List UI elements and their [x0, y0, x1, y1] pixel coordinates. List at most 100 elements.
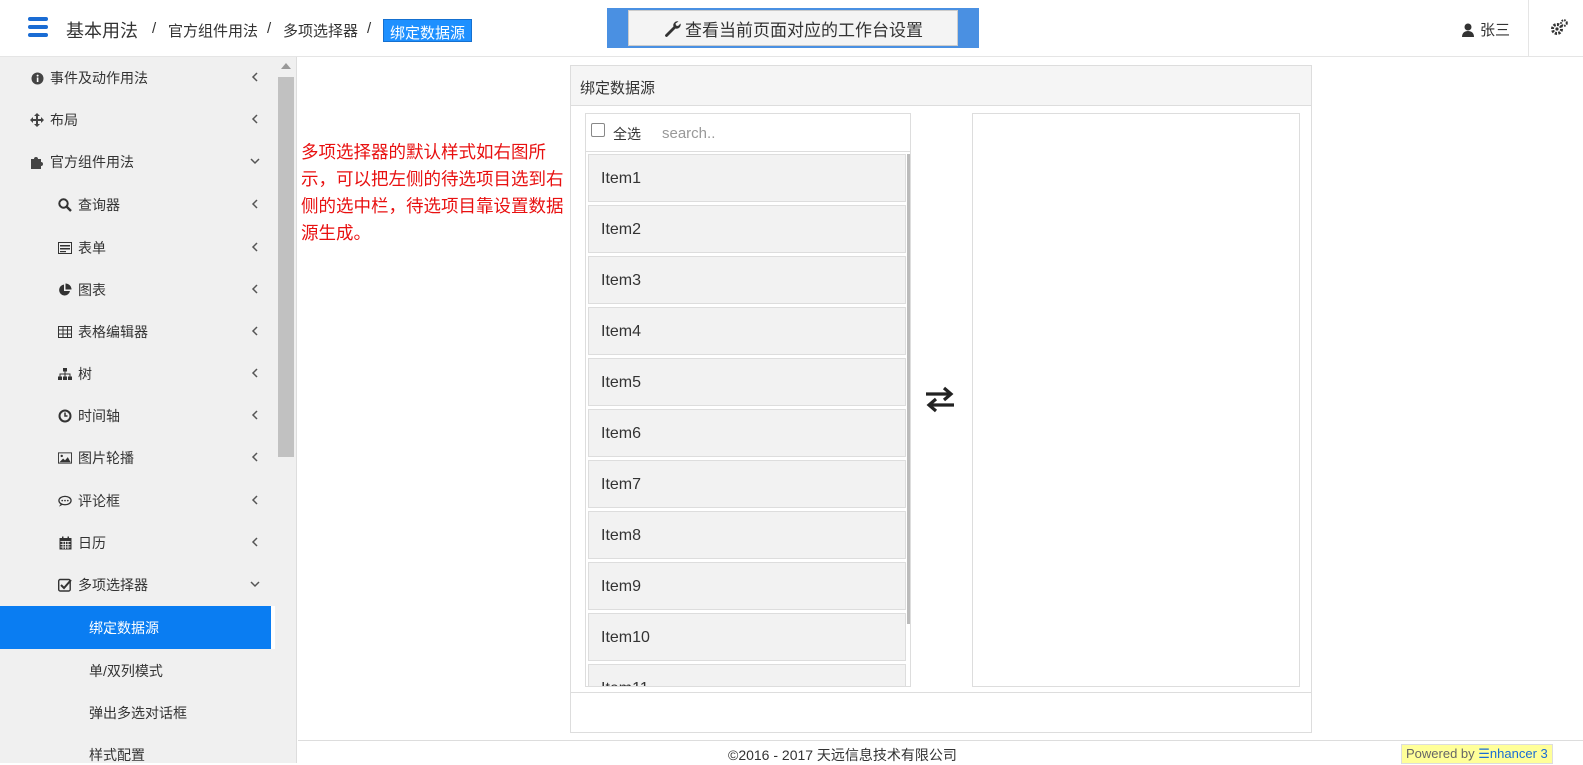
sidebar-item-label: 日历	[78, 535, 106, 551]
chevron-left-icon	[251, 368, 258, 378]
top-header: 基本用法 / 官方组件用法 / 多项选择器 / 绑定数据源 查看当前页面对应的工…	[0, 0, 1583, 57]
description-text: 多项选择器的默认样式如右图所示，可以把左侧的待选项目选到右侧的选中栏，待选项目靠…	[301, 142, 564, 243]
copyright-text: ©2016 - 2017 天远信息技术有限公司	[728, 747, 957, 763]
sidebar-item-label: 查询器	[78, 197, 120, 213]
sidebar-item-label: 表格编辑器	[78, 324, 148, 340]
sidebar-item-label: 表单	[78, 240, 106, 256]
sidebar-item-single-double-column[interactable]: 单/双列模式	[0, 650, 275, 692]
sidebar-item-table-editor[interactable]: 表格编辑器	[0, 311, 275, 353]
search-icon	[58, 198, 72, 212]
sidebar-item-timeline[interactable]: 时间轴	[0, 395, 275, 437]
chevron-left-icon	[251, 114, 258, 124]
hamburger-menu-icon[interactable]	[28, 17, 48, 39]
user-menu[interactable]: 张三	[1462, 19, 1510, 40]
multi-selector-panel: 绑定数据源 全选 Item1 Item2 Item3 Item4 Item5 I…	[570, 65, 1312, 733]
sidebar-item-layout[interactable]: 布局	[0, 99, 275, 141]
sidebar: 事件及动作用法 布局 官方组件用法 查询器 表单 图表 表格编辑器 树 时间轴	[0, 57, 297, 763]
sidebar-item-label: 图片轮播	[78, 450, 134, 466]
sidebar-item-events[interactable]: 事件及动作用法	[0, 57, 275, 99]
sidebar-item-bind-datasource[interactable]: 绑定数据源	[0, 606, 275, 649]
chevron-left-icon	[251, 72, 258, 82]
list-item[interactable]: Item9	[588, 562, 906, 610]
breadcrumb-item-multi-selector[interactable]: 多项选择器	[283, 20, 358, 41]
sidebar-item-calendar[interactable]: 日历	[0, 522, 275, 564]
list-item[interactable]: Item10	[588, 613, 906, 661]
chevron-left-icon	[251, 199, 258, 209]
comment-icon	[58, 494, 72, 508]
sidebar-item-multi-selector[interactable]: 多项选择器	[0, 564, 275, 606]
scroll-up-arrow-icon[interactable]	[281, 63, 291, 69]
list-item[interactable]: Item3	[588, 256, 906, 304]
workbench-settings-button[interactable]: 查看当前页面对应的工作台设置	[628, 10, 958, 46]
puzzle-icon	[30, 155, 44, 169]
transfer-arrows-icon[interactable]	[923, 384, 957, 414]
sitemap-icon	[58, 367, 72, 381]
info-circle-icon	[30, 71, 44, 85]
sidebar-item-label: 多项选择器	[78, 577, 148, 593]
chevron-left-icon	[251, 495, 258, 505]
workbench-settings-label: 查看当前页面对应的工作台设置	[685, 20, 923, 40]
enhancer-brand: ☰nhancer 3	[1478, 746, 1548, 761]
list-scrollbar[interactable]	[907, 154, 910, 624]
list-item[interactable]: Item4	[588, 307, 906, 355]
pie-chart-icon	[58, 283, 72, 297]
list-item[interactable]: Item7	[588, 460, 906, 508]
scrollbar-thumb[interactable]	[278, 77, 294, 457]
chevron-left-icon	[251, 284, 258, 294]
powered-by-label: Powered by	[1406, 746, 1479, 761]
sidebar-item-official-components[interactable]: 官方组件用法	[0, 141, 275, 183]
workbench-frame: 查看当前页面对应的工作台设置	[607, 8, 979, 48]
select-all-label[interactable]: 全选	[613, 124, 641, 144]
sidebar-item-label: 官方组件用法	[50, 154, 134, 170]
list-item[interactable]: Item2	[588, 205, 906, 253]
image-icon	[58, 451, 72, 465]
form-icon	[58, 241, 72, 255]
sidebar-item-label: 树	[78, 366, 92, 382]
gears-icon	[1551, 19, 1568, 35]
sidebar-item-query[interactable]: 查询器	[0, 184, 275, 226]
available-items-list: 全选 Item1 Item2 Item3 Item4 Item5 Item6 I…	[585, 113, 911, 687]
breadcrumb-item-official-components[interactable]: 官方组件用法	[168, 20, 258, 41]
calendar-icon	[58, 536, 72, 550]
sidebar-item-carousel[interactable]: 图片轮播	[0, 437, 275, 479]
list-item[interactable]: Item11	[588, 664, 906, 686]
sidebar-item-comment[interactable]: 评论框	[0, 480, 275, 522]
item-list: Item1 Item2 Item3 Item4 Item5 Item6 Item…	[588, 154, 906, 686]
chevron-left-icon	[251, 452, 258, 462]
breadcrumb-separator: /	[152, 20, 157, 37]
list-item[interactable]: Item5	[588, 358, 906, 406]
sidebar-item-popup-dialog[interactable]: 弹出多选对话框	[0, 692, 275, 734]
sidebar-item-label: 图表	[78, 282, 106, 298]
powered-by-badge[interactable]: Powered by ☰nhancer 3	[1401, 744, 1553, 764]
breadcrumb-current: 绑定数据源	[383, 19, 473, 42]
breadcrumb-separator: /	[367, 20, 372, 37]
search-input[interactable]	[662, 119, 902, 147]
list-header: 全选	[586, 114, 910, 152]
chevron-down-icon	[250, 581, 260, 588]
sidebar-scrollbar[interactable]	[277, 57, 295, 763]
sidebar-item-tree[interactable]: 树	[0, 353, 275, 395]
sidebar-item-form[interactable]: 表单	[0, 227, 275, 269]
chevron-left-icon	[251, 410, 258, 420]
list-item[interactable]: Item1	[588, 154, 906, 202]
settings-button[interactable]	[1528, 0, 1583, 57]
user-name: 张三	[1480, 22, 1511, 39]
panel-title: 绑定数据源	[571, 66, 1311, 106]
selected-items-list[interactable]	[972, 113, 1300, 687]
sidebar-item-chart[interactable]: 图表	[0, 269, 275, 311]
table-icon	[58, 325, 72, 339]
user-icon	[1462, 23, 1474, 37]
app-title[interactable]: 基本用法	[66, 17, 138, 43]
clock-icon	[58, 409, 72, 423]
sidebar-item-label: 事件及动作用法	[50, 70, 148, 86]
wrench-icon	[665, 21, 681, 37]
list-item[interactable]: Item8	[588, 511, 906, 559]
select-all-checkbox[interactable]	[591, 123, 605, 137]
list-item[interactable]: Item6	[588, 409, 906, 457]
sidebar-item-style-config[interactable]: 样式配置	[0, 734, 275, 763]
sidebar-item-label: 绑定数据源	[89, 619, 159, 636]
sidebar-item-label: 样式配置	[89, 747, 145, 763]
chevron-left-icon	[251, 326, 258, 336]
sidebar-item-label: 弹出多选对话框	[89, 705, 187, 721]
check-square-icon	[58, 578, 72, 592]
